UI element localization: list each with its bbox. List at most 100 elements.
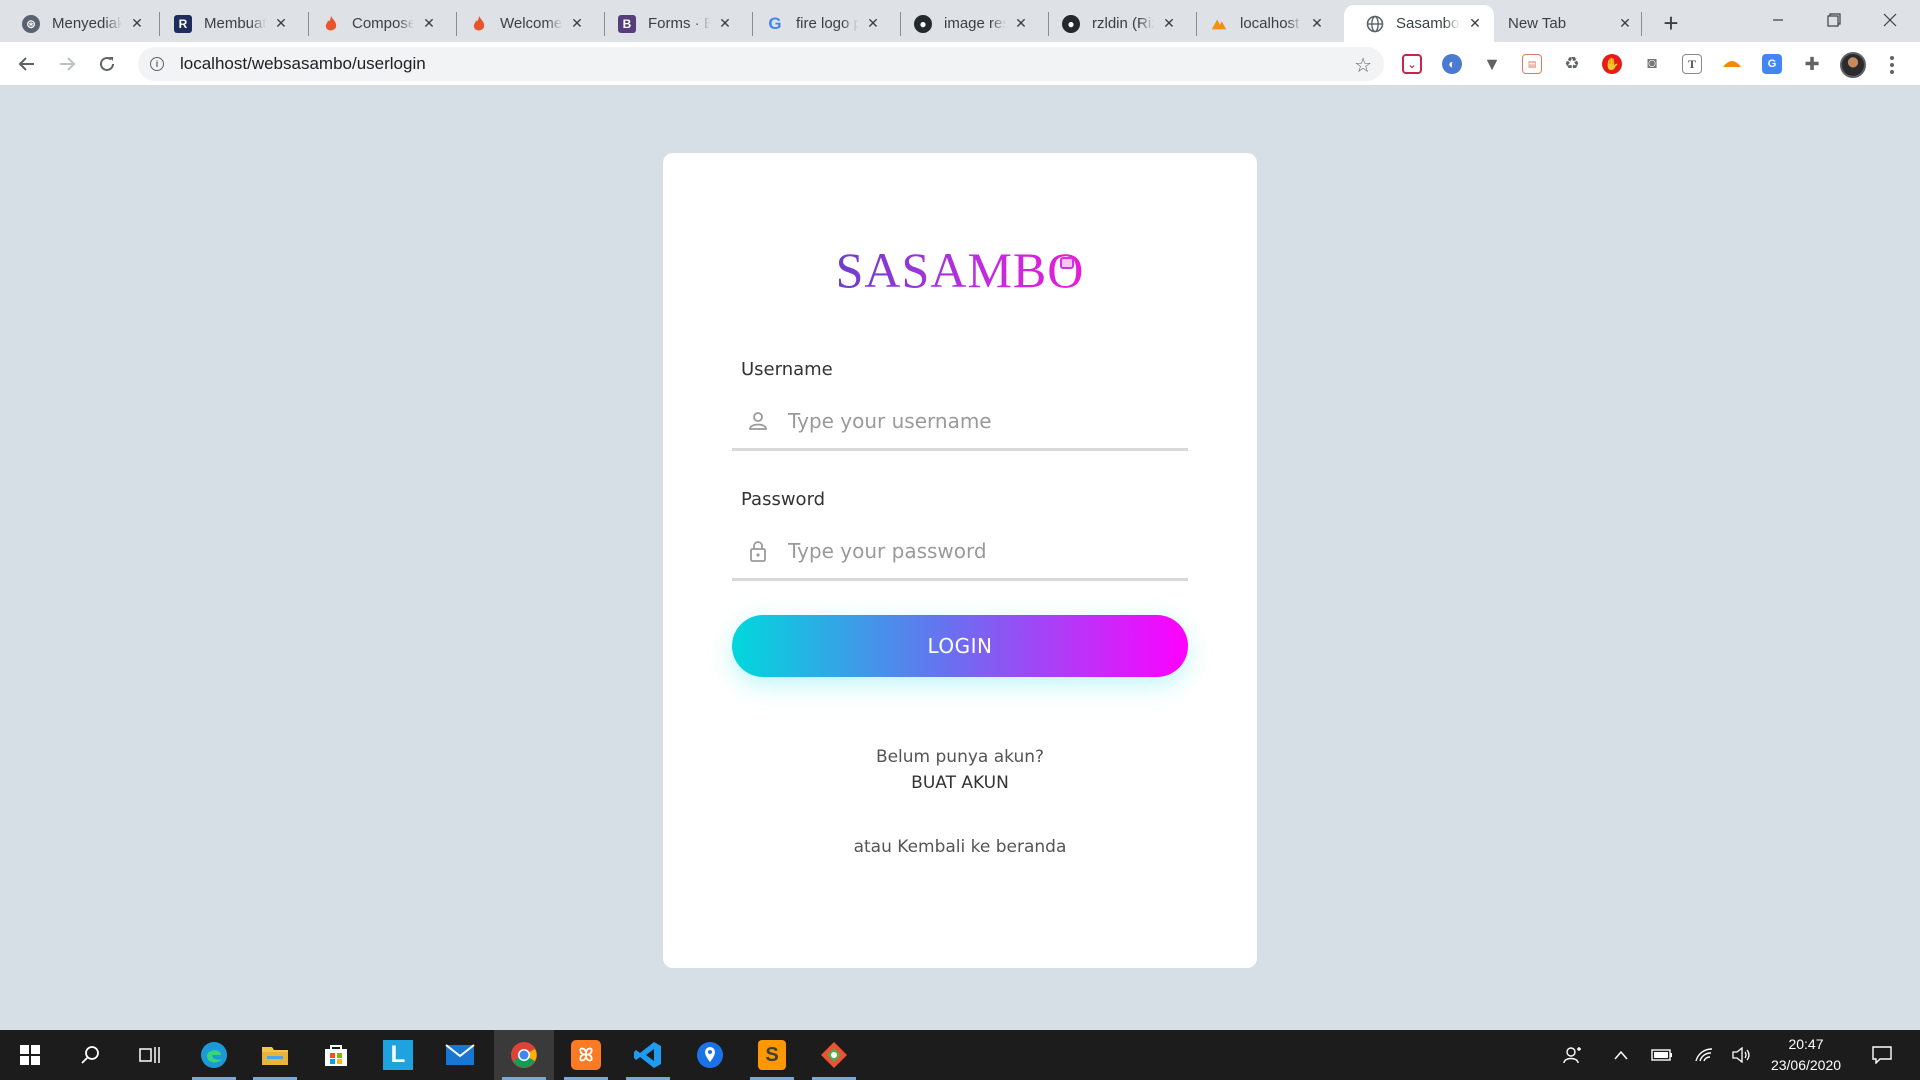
tab-title: Membuat bbox=[204, 15, 266, 32]
phpmyadmin-icon bbox=[1210, 15, 1228, 33]
clock-time: 20:47 bbox=[1788, 1036, 1824, 1052]
no-account-text: Belum punya akun? bbox=[875, 747, 1045, 767]
browser-menu-icon[interactable] bbox=[1882, 52, 1902, 78]
close-tab-icon[interactable]: ✕ bbox=[1308, 15, 1326, 33]
close-tab-icon[interactable]: ✕ bbox=[1466, 15, 1484, 33]
vue-devtools-icon[interactable]: ▼ bbox=[1482, 54, 1502, 74]
password-input[interactable] bbox=[788, 538, 1168, 563]
browser-tab-active[interactable]: Sasambo ✕ bbox=[1344, 5, 1494, 42]
browser-tab[interactable]: ⊛ Menyediakan ✕ bbox=[0, 5, 156, 42]
fire-icon bbox=[470, 15, 488, 33]
lock-icon bbox=[746, 539, 770, 563]
globe-icon bbox=[1366, 15, 1384, 33]
tab-title: fire logo p bbox=[796, 15, 858, 32]
reload-button[interactable] bbox=[91, 48, 123, 80]
l-app-icon[interactable]: L bbox=[368, 1030, 428, 1080]
close-window-button[interactable] bbox=[1862, 0, 1918, 40]
tab-title: rzldin (Riz bbox=[1092, 15, 1154, 32]
tab-separator bbox=[1641, 12, 1642, 36]
close-tab-icon[interactable]: ✕ bbox=[272, 15, 290, 33]
minimize-button[interactable] bbox=[1750, 0, 1806, 40]
calendar-extension-icon[interactable]: ▤ bbox=[1522, 54, 1542, 74]
fire-icon bbox=[322, 15, 340, 33]
login-button[interactable]: LOGIN bbox=[732, 615, 1188, 677]
close-tab-icon[interactable]: ✕ bbox=[716, 15, 734, 33]
chrome-icon[interactable] bbox=[494, 1030, 554, 1080]
pocket-extension-icon[interactable]: ⌄ bbox=[1402, 54, 1422, 74]
restore-button[interactable] bbox=[1806, 0, 1862, 40]
browser-tab[interactable]: G fire logo p ✕ bbox=[744, 5, 892, 42]
username-label: Username bbox=[741, 359, 833, 380]
browser-tab[interactable]: ● image resi ✕ bbox=[892, 5, 1040, 42]
password-field[interactable] bbox=[732, 523, 1188, 581]
new-tab-button[interactable]: + bbox=[1656, 8, 1686, 38]
extension-icon[interactable]: ◐ bbox=[1442, 54, 1462, 74]
google-translate-icon[interactable]: G bbox=[1762, 54, 1782, 74]
browser-tab[interactable]: New Tab ✕ bbox=[1494, 5, 1644, 42]
volume-icon[interactable] bbox=[1728, 1030, 1756, 1080]
vscode-icon[interactable] bbox=[618, 1030, 678, 1080]
orange-extension-icon[interactable] bbox=[1722, 54, 1742, 74]
close-tab-icon[interactable]: ✕ bbox=[1012, 15, 1030, 33]
tab-title: Composer bbox=[352, 15, 414, 32]
logo-text: SASAMBO bbox=[835, 242, 1085, 298]
password-label: Password bbox=[741, 489, 826, 510]
tab-title: Menyediakan bbox=[52, 15, 122, 32]
tab-title: New Tab bbox=[1508, 15, 1567, 32]
edge-browser-icon[interactable] bbox=[184, 1030, 244, 1080]
close-tab-icon[interactable]: ✕ bbox=[864, 15, 882, 33]
close-tab-icon[interactable]: ✕ bbox=[1160, 15, 1178, 33]
browser-tab[interactable]: ● rzldin (Riz ✕ bbox=[1040, 5, 1188, 42]
search-icon[interactable] bbox=[60, 1030, 120, 1080]
browser-tab[interactable]: Welcome t ✕ bbox=[448, 5, 596, 42]
browser-tab[interactable]: B Forms · Bo ✕ bbox=[596, 5, 744, 42]
browser-tab[interactable]: localhost / ✕ bbox=[1188, 5, 1336, 42]
adblock-icon[interactable]: ✋ bbox=[1602, 54, 1622, 74]
logo-badge-icon bbox=[1060, 257, 1074, 269]
camera-extension-icon[interactable]: ◙ bbox=[1642, 54, 1662, 74]
sublime-text-icon[interactable]: S bbox=[742, 1030, 802, 1080]
readme-icon: ⊛ bbox=[22, 14, 40, 33]
forward-button[interactable] bbox=[51, 48, 83, 80]
maps-icon[interactable] bbox=[680, 1030, 740, 1080]
close-tab-icon[interactable]: ✕ bbox=[568, 15, 586, 33]
windows-start-icon[interactable] bbox=[0, 1030, 60, 1080]
store-icon[interactable] bbox=[306, 1030, 366, 1080]
notifications-icon[interactable] bbox=[1862, 1030, 1902, 1080]
windows-taskbar: L ꕤ S 20:47 23/06/2020 bbox=[0, 1030, 1920, 1080]
username-field[interactable] bbox=[732, 393, 1188, 451]
battery-icon[interactable] bbox=[1648, 1030, 1676, 1080]
clock-date: 23/06/2020 bbox=[1770, 1057, 1842, 1073]
bookmark-star-icon[interactable]: ☆ bbox=[1354, 53, 1372, 78]
task-view-icon[interactable] bbox=[120, 1030, 180, 1080]
xampp-icon[interactable]: ꕤ bbox=[556, 1030, 616, 1080]
taskbar-clock[interactable]: 20:47 23/06/2020 bbox=[1760, 1034, 1852, 1076]
address-bar[interactable]: i localhost/websasambo/userlogin ☆ bbox=[138, 47, 1384, 81]
back-button[interactable] bbox=[11, 48, 43, 80]
username-input[interactable] bbox=[788, 408, 1168, 433]
browser-tab-strip: ⊛ Menyediakan ✕ R Membuat ✕ Composer ✕ W… bbox=[0, 0, 1920, 42]
profile-avatar[interactable] bbox=[1840, 52, 1866, 78]
github-icon: ● bbox=[1062, 14, 1080, 33]
close-tab-icon[interactable]: ✕ bbox=[420, 15, 438, 33]
mail-icon[interactable] bbox=[430, 1030, 490, 1080]
wifi-icon[interactable] bbox=[1690, 1030, 1718, 1080]
login-card: SASAMBO Username Password LOGIN Belum pu… bbox=[663, 153, 1257, 968]
tab-title: Welcome t bbox=[500, 15, 562, 32]
close-tab-icon[interactable]: ✕ bbox=[128, 15, 146, 33]
close-tab-icon[interactable]: ✕ bbox=[1616, 15, 1634, 33]
file-explorer-icon[interactable] bbox=[245, 1030, 305, 1080]
git-kraken-icon[interactable] bbox=[804, 1030, 864, 1080]
google-icon: G bbox=[768, 13, 782, 33]
show-hidden-icons-icon[interactable] bbox=[1608, 1030, 1634, 1080]
browser-tab[interactable]: Composer ✕ bbox=[300, 5, 448, 42]
site-info-icon[interactable]: i bbox=[150, 57, 164, 71]
people-icon[interactable] bbox=[1558, 1030, 1588, 1080]
signup-link[interactable]: BUAT AKUN bbox=[663, 773, 1257, 793]
back-home-link[interactable]: atau Kembali ke beranda bbox=[663, 837, 1257, 857]
recycle-extension-icon[interactable]: ♻ bbox=[1562, 54, 1582, 74]
extensions-puzzle-icon[interactable]: ✚ bbox=[1802, 54, 1822, 74]
text-extension-icon[interactable]: T bbox=[1682, 54, 1702, 74]
r-icon: R bbox=[174, 14, 192, 33]
browser-tab[interactable]: R Membuat ✕ bbox=[152, 5, 300, 42]
